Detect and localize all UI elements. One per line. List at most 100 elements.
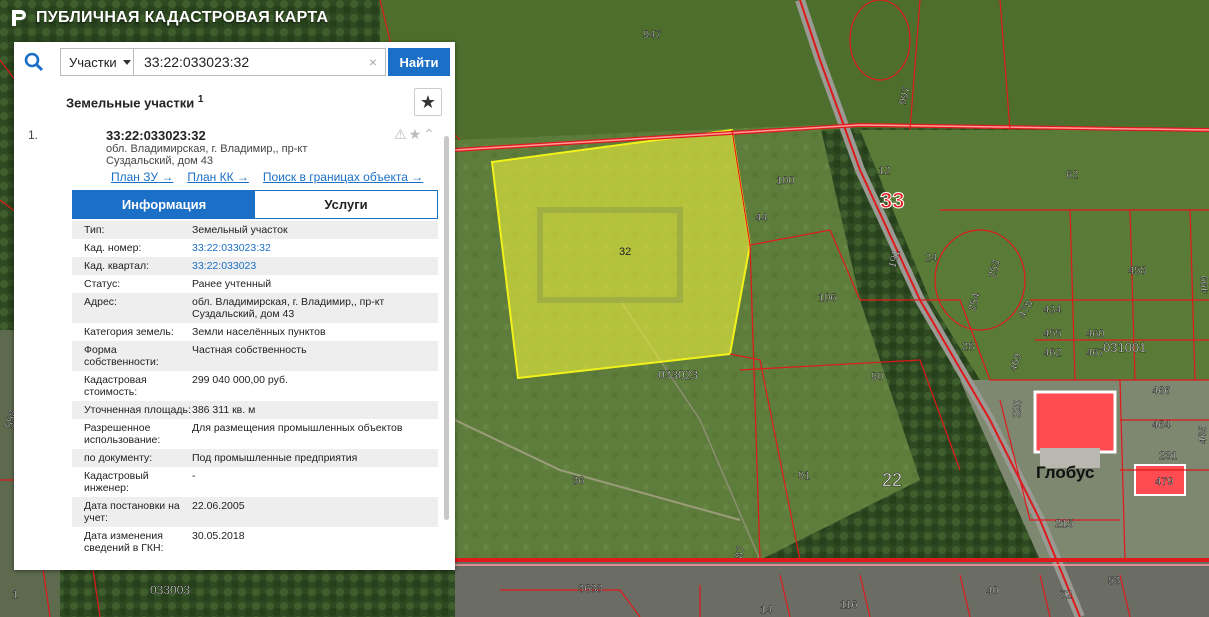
results-title-text: Земельные участки [66, 95, 195, 111]
map-label: 465 [1197, 426, 1209, 444]
info-value: обл. Владимирская, г. Владимир,, пр-кт С… [192, 296, 385, 320]
map-label: 87 [734, 545, 748, 559]
info-value: Частная собственность [192, 344, 307, 356]
warning-icon[interactable]: ⚠ [394, 126, 409, 142]
map-label: 14 [760, 604, 772, 616]
info-row: Дата изменения сведений в ГКН: 30.05.2018 [72, 527, 438, 557]
map-label: 231 [1159, 450, 1177, 462]
info-value: 299 040 000,00 руб. [192, 374, 288, 386]
map-label: 116 [840, 599, 858, 611]
map-label: 460 [1086, 328, 1104, 340]
result-cad-number[interactable]: 33:22:033023:32 [106, 128, 206, 143]
map-label: 1 [12, 589, 18, 601]
results-count: 1 [197, 94, 204, 105]
map-label: 32 [619, 246, 631, 258]
info-row: Уточненная площадь: 386 311 кв. м [72, 401, 438, 419]
info-row: Категория земель: Земли населённых пункто… [72, 323, 438, 341]
scrollbar[interactable] [444, 136, 449, 520]
results-title: Земельные участки 1 [66, 94, 203, 110]
info-key: Форма собственности: [84, 344, 159, 368]
result-actions: ⚠★⌃ [394, 126, 437, 143]
result-address: обл. Владимирская, г. Владимир,, пр-кт С… [106, 143, 308, 167]
result-links: План ЗУ → План КК → Поиск в границах объ… [111, 170, 423, 184]
info-value: Земельный участок [192, 224, 288, 236]
map-label: 033003 [150, 583, 190, 597]
map-label: 106 [818, 292, 836, 304]
search-bar: Участки 33:22:033023:32 × Найти [14, 42, 455, 82]
search-input[interactable]: 33:22:033023:32 × [134, 48, 386, 76]
info-value-link[interactable]: 33:22:033023 [192, 257, 438, 275]
info-row: Статус: Ранее учтенный [72, 275, 438, 293]
map-label: 467 [1086, 347, 1104, 359]
map-label: 464 [1152, 419, 1170, 431]
info-row: Дата постановки на учет: 22.06.2005 [72, 497, 438, 527]
info-row: Кадастровый инженер: - [72, 467, 438, 497]
logo-icon [12, 10, 26, 26]
star-icon: ★ [419, 91, 437, 112]
map-label: 72 [1060, 589, 1072, 601]
map-label: 90 [871, 371, 883, 383]
map-label: 434 [1043, 304, 1061, 316]
chevron-up-icon[interactable]: ⌃ [423, 126, 437, 142]
map-label: 91 [798, 470, 810, 482]
map-label: 33 [880, 188, 904, 213]
search-icon [24, 52, 44, 72]
info-row: Кад. квартал: 33:22:033023 [72, 257, 438, 275]
info-value: 30.05.2018 [192, 530, 245, 542]
info-value: Для размещения промышленных объектов [192, 422, 403, 434]
star-icon[interactable]: ★ [409, 126, 424, 142]
chevron-down-icon [122, 59, 131, 65]
info-key: Разрешенное использование: [84, 422, 161, 446]
map-label: 62 [1066, 169, 1078, 181]
map-label: 24 [925, 252, 937, 264]
map-label: 40 [986, 585, 998, 597]
map-label: 033023 [658, 368, 698, 382]
map-label: 479 [1155, 476, 1173, 488]
info-row: Разрешенное использование: Для размещения… [72, 419, 438, 449]
map-label: 3633 [578, 583, 602, 595]
map-label: 462 [1043, 347, 1061, 359]
info-value: Земли населённых пунктов [192, 326, 326, 338]
info-table: Тип: Земельный участок Кад. номер: 33:22:0… [72, 221, 438, 557]
info-key: Тип: [84, 224, 105, 236]
info-value: Под промышленные предприятия [192, 452, 358, 464]
app-header: ПУБЛИЧНАЯ КАДАСТРОВАЯ КАРТА [0, 0, 470, 36]
info-tabs: Информация Услуги [72, 190, 438, 219]
favorites-button[interactable]: ★ [414, 88, 442, 116]
search-in-bounds-link[interactable]: Поиск в границах объекта → [263, 170, 423, 184]
info-row: Кад. номер: 33:22:033023:32 [72, 239, 438, 257]
info-key: Кад. квартал: [84, 260, 149, 272]
plan-zu-link[interactable]: План ЗУ → [111, 170, 173, 184]
info-key: Статус: [84, 278, 121, 290]
map-label: 458 [1128, 265, 1146, 277]
search-button[interactable] [14, 42, 54, 82]
map-label: Глобус [1036, 463, 1095, 482]
info-row: по документу: Под промышленные предприяти… [72, 449, 438, 467]
info-key: Дата изменения сведений в ГКН: [84, 530, 164, 554]
map-label: 12 [878, 165, 890, 177]
info-key: Категория земель: [84, 326, 174, 338]
map-label: 44 [755, 212, 767, 224]
object-type-select[interactable]: Участки [60, 48, 134, 76]
map-label: 28 [962, 341, 974, 353]
find-button[interactable]: Найти [388, 48, 450, 76]
map-label: 455 [1043, 328, 1061, 340]
map-label: 22 [882, 470, 902, 490]
info-key: Дата постановки на учет: [84, 500, 180, 524]
map-label: 466 [1152, 385, 1170, 397]
plan-kk-link[interactable]: План КК → [187, 170, 249, 184]
object-type-label: Участки [69, 54, 117, 70]
map-label: 53 [1108, 575, 1120, 587]
search-panel: Участки 33:22:033023:32 × Найти Земельны… [14, 42, 455, 570]
info-row: Форма собственности: Частная собственност… [72, 341, 438, 371]
clear-icon[interactable]: × [369, 54, 377, 70]
tab-information[interactable]: Информация [73, 191, 255, 218]
info-key: Кад. номер: [84, 242, 142, 254]
info-key: Адрес: [84, 296, 117, 308]
map-label: 220 [1011, 399, 1025, 418]
info-value-link[interactable]: 33:22:033023:32 [192, 239, 438, 257]
tab-services[interactable]: Услуги [255, 191, 437, 218]
info-row: Адрес: обл. Владимирская, г. Владимир,, п… [72, 293, 438, 323]
map-label: 100 [776, 175, 794, 187]
app-title: ПУБЛИЧНАЯ КАДАСТРОВАЯ КАРТА [36, 9, 329, 26]
